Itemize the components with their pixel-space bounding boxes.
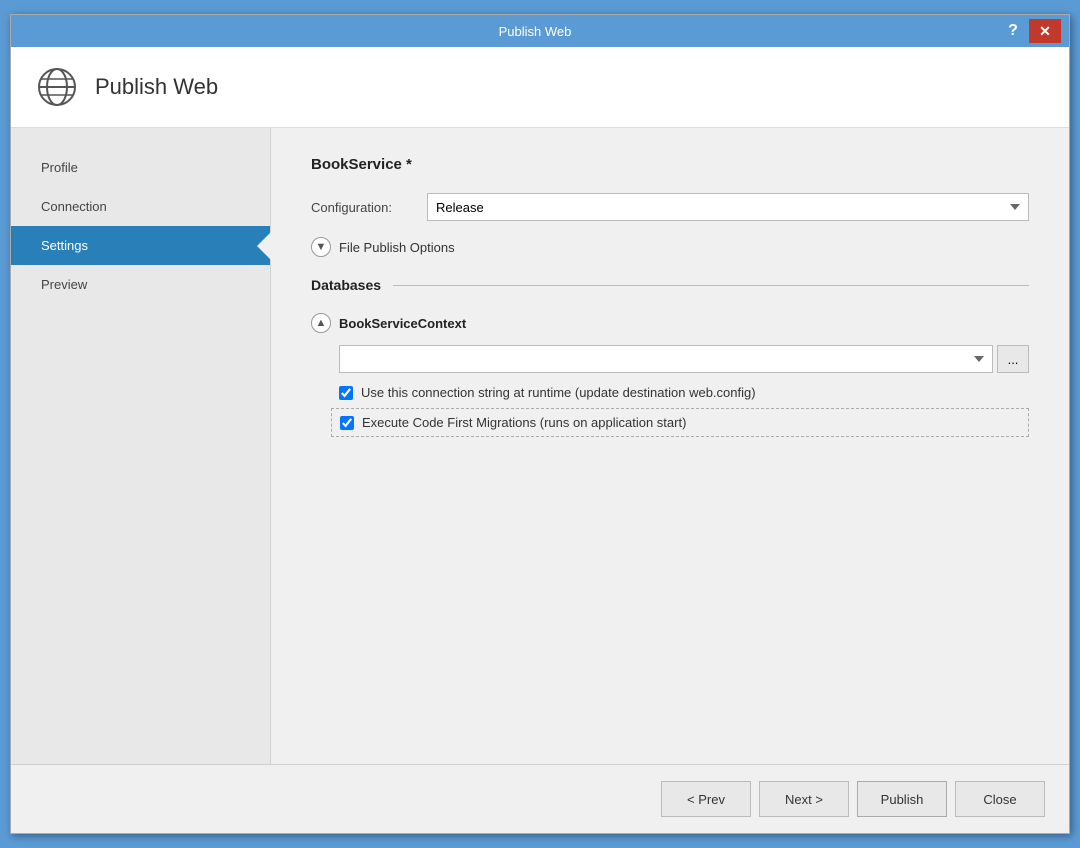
db-context-row: ▲ BookServiceContext [311,313,1029,333]
sidebar: Profile Connection Settings Preview [11,128,271,764]
sidebar-item-profile[interactable]: Profile [11,148,270,187]
connection-string-row: ... [311,345,1029,373]
prev-button[interactable]: < Prev [661,781,751,817]
databases-divider-row: Databases [311,277,1029,293]
collapse-icon: ▼ [311,237,331,257]
main-content: Profile Connection Settings Preview Book… [11,128,1069,764]
file-publish-options-row[interactable]: ▼ File Publish Options [311,237,1029,257]
title-bar-controls: ? ✕ [1001,19,1061,43]
sidebar-item-preview[interactable]: Preview [11,265,270,304]
databases-divider-line [393,285,1029,286]
publish-web-dialog: Publish Web ? ✕ Publish Web Profile Conn… [10,14,1070,834]
help-button[interactable]: ? [1001,19,1025,43]
configuration-row: Configuration: Release Debug [311,193,1029,221]
db-context-label: BookServiceContext [339,316,466,331]
sidebar-item-settings[interactable]: Settings [11,226,270,265]
use-connection-string-row: Use this connection string at runtime (u… [311,385,1029,400]
execute-migrations-row: Execute Code First Migrations (runs on a… [331,408,1029,437]
next-button[interactable]: Next > [759,781,849,817]
title-bar: Publish Web ? ✕ [11,15,1069,47]
publish-button[interactable]: Publish [857,781,947,817]
sidebar-item-connection[interactable]: Connection [11,187,270,226]
connection-string-select[interactable] [339,345,993,373]
title-bar-title: Publish Web [69,24,1001,39]
configuration-label: Configuration: [311,200,411,215]
execute-migrations-checkbox[interactable] [340,416,354,430]
settings-content: BookService * Configuration: Release Deb… [271,128,1069,764]
close-button[interactable]: Close [955,781,1045,817]
use-connection-string-label: Use this connection string at runtime (u… [361,385,756,400]
browse-button[interactable]: ... [997,345,1029,373]
configuration-select[interactable]: Release Debug [427,193,1029,221]
header-title: Publish Web [95,74,218,100]
file-publish-options-label: File Publish Options [339,240,455,255]
section-title: BookService * [311,156,1029,173]
use-connection-string-checkbox[interactable] [339,386,353,400]
footer: < Prev Next > Publish Close [11,764,1069,833]
db-collapse-icon[interactable]: ▲ [311,313,331,333]
databases-label: Databases [311,277,381,293]
close-window-button[interactable]: ✕ [1029,19,1061,43]
dialog-header: Publish Web [11,47,1069,128]
globe-icon [35,65,79,109]
execute-migrations-label: Execute Code First Migrations (runs on a… [362,415,686,430]
